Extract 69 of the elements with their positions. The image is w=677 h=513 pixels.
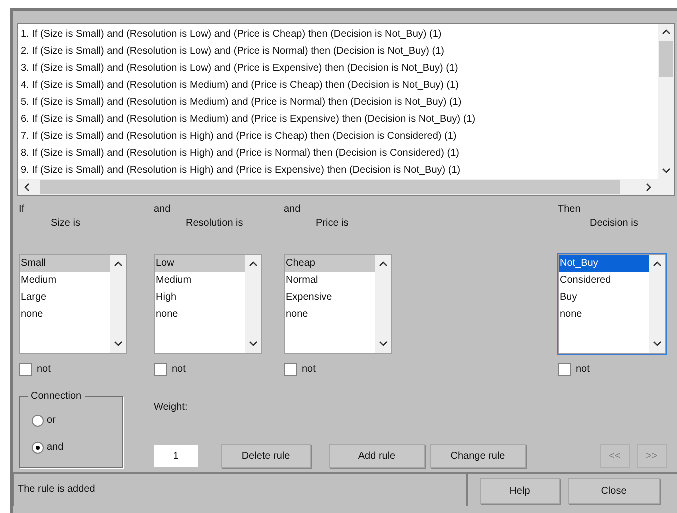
list-item[interactable]: Not_Buy: [559, 255, 649, 272]
rule-item[interactable]: 1. If (Size is Small) and (Resolution is Low) and (Price is Cheap) then (Decision is Not_Buy) (1): [21, 26, 658, 43]
list-box[interactable]: Cheap Normal Expensive none: [284, 254, 392, 354]
rule-item[interactable]: 5. If (Size is Small) and (Resolution is Medium) and (Price is Normal) then (Decision is Not_Buy) (1): [21, 94, 658, 111]
list-item[interactable]: Small: [20, 255, 110, 272]
weight-field[interactable]: 1: [154, 445, 198, 467]
scroll-up-icon[interactable]: [662, 29, 670, 35]
status-message: The rule is added: [18, 484, 96, 495]
connector-label: Then: [558, 203, 582, 216]
rule-item[interactable]: 4. If (Size is Small) and (Resolution is Medium) and (Price is Cheap) then (Decision is Not_Buy) (1): [21, 77, 658, 94]
not-checkbox[interactable]: [558, 363, 571, 376]
not-checkbox[interactable]: [284, 363, 297, 376]
list-item[interactable]: High: [155, 289, 245, 306]
not-label: not: [302, 363, 316, 377]
scrollbar-thumb[interactable]: [659, 41, 673, 77]
rule-button[interactable]: Add rule: [329, 444, 425, 468]
rule-item[interactable]: 6. If (Size is Small) and (Resolution is Medium) and (Price is Expensive) then (Decision is Not_Buy) (1): [21, 111, 658, 128]
weight-label: Weight:: [154, 401, 188, 415]
rule-button[interactable]: Delete rule: [221, 444, 311, 468]
list-item[interactable]: Large: [20, 289, 110, 306]
list-item[interactable]: Medium: [20, 272, 110, 289]
list-item[interactable]: none: [559, 306, 649, 323]
list-item[interactable]: Buy: [559, 289, 649, 306]
rule-button[interactable]: Change rule: [430, 444, 526, 468]
not-label: not: [37, 363, 51, 377]
scroll-left-icon[interactable]: [24, 182, 30, 192]
list-item[interactable]: none: [155, 306, 245, 323]
not-label: not: [576, 363, 590, 377]
scroll-down-icon[interactable]: [662, 168, 670, 174]
list-box[interactable]: Not_Buy Considered Buy none: [558, 254, 666, 354]
scroll-up-icon[interactable]: [248, 261, 258, 267]
scroll-right-icon[interactable]: [646, 182, 652, 192]
footer-button[interactable]: Close: [568, 478, 660, 504]
list-item[interactable]: Considered: [559, 272, 649, 289]
not-checkbox[interactable]: [19, 363, 32, 376]
radio-option[interactable]: and: [32, 440, 64, 455]
variable-label: Decision is: [589, 217, 640, 231]
list-item[interactable]: none: [20, 306, 110, 323]
variable-label: Size is: [50, 217, 82, 231]
list-item[interactable]: Cheap: [285, 255, 375, 272]
scroll-up-icon[interactable]: [378, 261, 388, 267]
scroll-up-icon[interactable]: [114, 261, 122, 267]
scrollbar-thumb[interactable]: [40, 180, 620, 194]
scroll-down-icon[interactable]: [378, 341, 388, 347]
variable-label: Resolution is: [185, 217, 244, 231]
connector-label: If: [19, 203, 26, 216]
not-label: not: [172, 363, 186, 377]
list-item[interactable]: Low: [155, 255, 245, 272]
footer-button[interactable]: Help: [480, 478, 560, 504]
list-item[interactable]: Normal: [285, 272, 375, 289]
rule-item[interactable]: 8. If (Size is Small) and (Resolution is High) and (Price is Normal) then (Decision is Considered) (1): [21, 145, 658, 162]
connector-label: and: [284, 203, 302, 216]
list-box[interactable]: Small Medium Large none: [19, 254, 127, 354]
radio-option[interactable]: or: [32, 413, 64, 428]
list-box[interactable]: Low Medium High none: [154, 254, 262, 354]
scroll-down-icon[interactable]: [652, 341, 662, 347]
variable-label: Price is: [315, 217, 350, 231]
rule-item[interactable]: 2. If (Size is Small) and (Resolution is Low) and (Price is Normal) then (Decision is Not_Buy) (1): [21, 43, 658, 60]
rule-item[interactable]: 9. If (Size is Small) and (Resolution is High) and (Price is Expensive) then (Decision is Not_Buy) (1): [21, 162, 658, 179]
scroll-up-icon[interactable]: [652, 261, 662, 267]
list-item[interactable]: Medium: [155, 272, 245, 289]
not-checkbox[interactable]: [154, 363, 167, 376]
rule-item[interactable]: 7. If (Size is Small) and (Resolution is High) and (Price is Cheap) then (Decision is Considered) (1): [21, 128, 658, 145]
list-item[interactable]: none: [285, 306, 375, 323]
list-item[interactable]: Expensive: [285, 289, 375, 306]
connector-label: and: [154, 203, 172, 216]
scroll-down-icon[interactable]: [114, 341, 122, 347]
rule-item[interactable]: 3. If (Size is Small) and (Resolution is Low) and (Price is Expensive) then (Decision is Not_Buy) (1): [21, 60, 658, 77]
scroll-down-icon[interactable]: [248, 341, 258, 347]
